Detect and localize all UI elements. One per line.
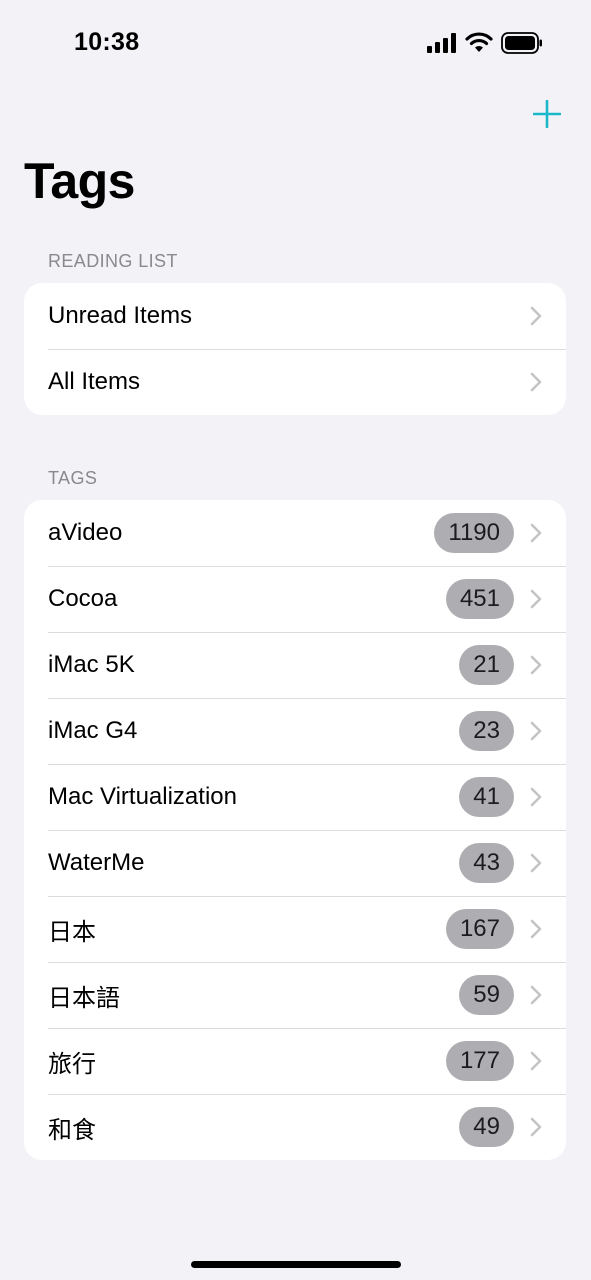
reading-list-section-header: READING LIST bbox=[48, 251, 178, 271]
count-badge: 41 bbox=[459, 777, 514, 817]
cellular-signal-icon bbox=[427, 33, 456, 53]
tag-row[interactable]: 旅行 177 bbox=[24, 1028, 566, 1094]
home-indicator bbox=[191, 1261, 401, 1268]
tags-card: aVideo 1190 Cocoa 451 iMac 5K 21 iMac G4… bbox=[24, 500, 566, 1160]
tag-label: 日本 bbox=[48, 918, 96, 946]
chevron-right-icon bbox=[530, 985, 542, 1005]
status-time: 10:38 bbox=[74, 28, 140, 56]
status-bar: 10:38 bbox=[0, 0, 591, 88]
chevron-right-icon bbox=[530, 306, 542, 326]
reading-list-item-unread[interactable]: Unread Items bbox=[24, 283, 566, 349]
chevron-right-icon bbox=[530, 919, 542, 939]
chevron-right-icon bbox=[530, 853, 542, 873]
status-icons bbox=[427, 32, 543, 54]
count-badge: 451 bbox=[445, 579, 514, 619]
tag-label: Cocoa bbox=[48, 585, 118, 612]
count-badge: 167 bbox=[445, 909, 514, 949]
tag-row[interactable]: Cocoa 451 bbox=[24, 566, 566, 632]
chevron-right-icon bbox=[530, 523, 542, 543]
chevron-right-icon bbox=[530, 372, 542, 392]
tags-section-header: TAGS bbox=[48, 468, 98, 488]
tag-row[interactable]: aVideo 1190 bbox=[24, 500, 566, 566]
tag-row[interactable]: iMac 5K 21 bbox=[24, 632, 566, 698]
tag-row[interactable]: 和食 49 bbox=[24, 1094, 566, 1160]
count-badge: 1190 bbox=[434, 513, 514, 553]
chevron-right-icon bbox=[530, 787, 542, 807]
count-badge: 59 bbox=[459, 975, 514, 1015]
row-label: Unread Items bbox=[48, 302, 193, 329]
row-label: All Items bbox=[48, 368, 141, 395]
chevron-right-icon bbox=[530, 1051, 542, 1071]
tag-row[interactable]: WaterMe 43 bbox=[24, 830, 566, 896]
count-badge: 49 bbox=[459, 1107, 514, 1147]
tag-label: aVideo bbox=[48, 519, 123, 546]
tag-label: Mac Virtualization bbox=[48, 783, 237, 810]
page-title: Tags bbox=[24, 153, 136, 209]
chevron-right-icon bbox=[530, 589, 542, 609]
add-button[interactable] bbox=[529, 96, 565, 132]
count-badge: 177 bbox=[445, 1041, 514, 1081]
reading-list-item-all[interactable]: All Items bbox=[24, 349, 566, 415]
tag-label: 旅行 bbox=[48, 1050, 96, 1078]
plus-icon bbox=[533, 100, 561, 128]
battery-icon bbox=[501, 32, 542, 54]
chevron-right-icon bbox=[530, 1117, 542, 1137]
tag-row[interactable]: 日本 167 bbox=[24, 896, 566, 962]
tag-label: iMac 5K bbox=[48, 651, 135, 678]
tag-label: iMac G4 bbox=[48, 717, 138, 744]
wifi-icon bbox=[465, 32, 493, 52]
reading-list-card: Unread Items All Items bbox=[24, 283, 566, 415]
count-badge: 21 bbox=[459, 645, 514, 685]
tag-label: 日本語 bbox=[48, 984, 120, 1012]
tag-label: WaterMe bbox=[48, 849, 145, 876]
tag-row[interactable]: iMac G4 23 bbox=[24, 698, 566, 764]
tag-row[interactable]: Mac Virtualization 41 bbox=[24, 764, 566, 830]
tag-row[interactable]: 日本語 59 bbox=[24, 962, 566, 1028]
tag-label: 和食 bbox=[48, 1116, 96, 1144]
count-badge: 23 bbox=[459, 711, 514, 751]
chevron-right-icon bbox=[530, 655, 542, 675]
count-badge: 43 bbox=[459, 843, 514, 883]
chevron-right-icon bbox=[530, 721, 542, 741]
